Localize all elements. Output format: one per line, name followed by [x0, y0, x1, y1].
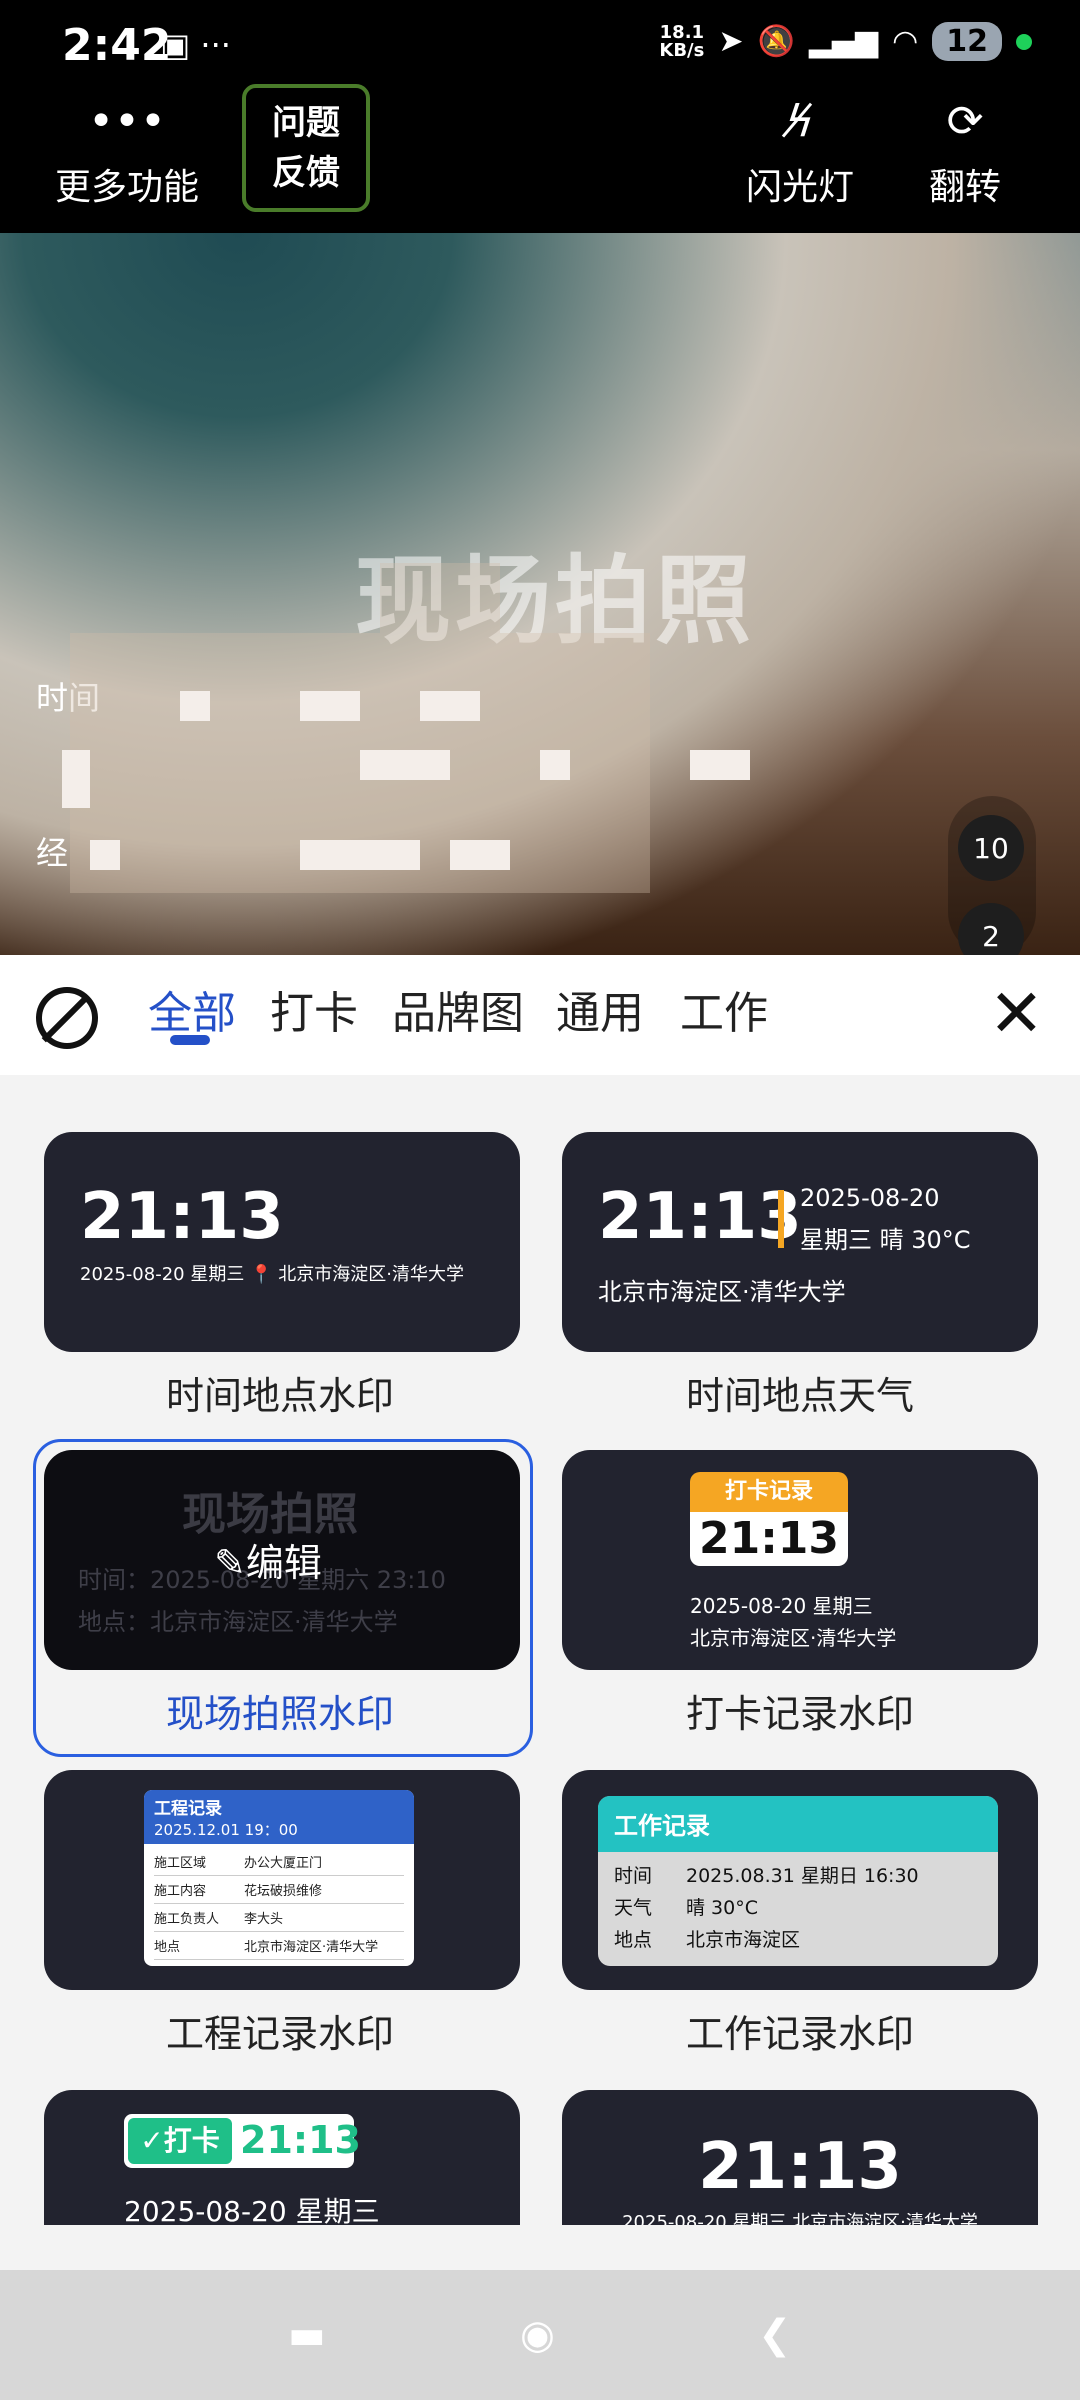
- caption-time-place: 时间地点水印: [165, 1374, 394, 1418]
- more-dots-icon: •••: [88, 96, 166, 147]
- close-icon[interactable]: ✕: [989, 981, 1044, 1047]
- flip-icon: ⟳: [946, 96, 984, 147]
- redacted-area: [380, 563, 500, 633]
- system-nav-bar: ▬ ◉ ❮: [0, 2270, 1080, 2400]
- table-row: 施工负责人 李大头: [154, 1904, 404, 1932]
- status-icons: 18.1 KB/s ➤ 🔕 ▂▄▆ ◠ 12: [659, 22, 1032, 61]
- redacted-block: [62, 750, 90, 808]
- watermark-card-checkin-record[interactable]: 打卡记录 21:13 2025-08-20 星期三 北京市海淀区·清华大学: [562, 1450, 1038, 1670]
- watermark-card-engineering-record[interactable]: 工程记录 2025.12.01 19：00 施工区域 办公大厦正门 施工内容 花坛破损…: [44, 1770, 520, 1990]
- watermark-card-time-center[interactable]: 21:13 2025-08-20 星期三 北京市海淀区·清华大学: [562, 2090, 1038, 2225]
- redacted-block: [300, 691, 360, 721]
- caption-work-record: 工作记录水印: [685, 2012, 914, 2056]
- tab-work[interactable]: 工作: [680, 977, 768, 1041]
- status-notification-icons: ▣ ···: [160, 26, 231, 64]
- row-value: 花坛破损维修: [244, 1884, 323, 1899]
- row-value: 2025.08.31 星期日 16:30: [686, 1865, 919, 1887]
- watermark-card-time-place[interactable]: 21:13 2025-08-20 星期三 📍 北京市海淀区·清华大学: [44, 1132, 520, 1352]
- redacted-block: [180, 691, 210, 721]
- caption-checkin-record: 打卡记录水印: [685, 1692, 914, 1736]
- battery-indicator: 12: [932, 22, 1002, 61]
- watermark-card-site-photo[interactable]: 现场拍照 时间：2025-08-20 星期六 23:10 地点：北京市海淀区·清…: [44, 1450, 520, 1670]
- photo-counter-10[interactable]: 10: [958, 815, 1024, 881]
- status-time: 2:42: [62, 20, 172, 71]
- top-bar: 2:42 ▣ ··· 18.1 KB/s ➤ 🔕 ▂▄▆ ◠ 12 ••• 更多…: [0, 0, 1080, 233]
- tab-checkin[interactable]: 打卡: [270, 977, 358, 1041]
- edit-button[interactable]: ✎编辑: [214, 1532, 322, 1587]
- caption-engineering-record: 工程记录水印: [165, 2012, 394, 2056]
- redacted-block: [420, 691, 480, 721]
- divider-bar: [778, 1190, 784, 1248]
- redacted-block: [690, 750, 750, 780]
- caption-time-place-weather: 时间地点天气: [685, 1374, 914, 1418]
- row-value: 晴 30°C: [686, 1897, 758, 1919]
- watermark-location-label: 经: [36, 834, 69, 872]
- table-row: 施工区域 办公大厦正门: [154, 1848, 404, 1876]
- watermark-sheet: 全部 打卡 品牌图 通用 工作 ✕ 21:13 2025-08-20 星期三 📍…: [0, 955, 1080, 2270]
- row-value: 北京市海淀区·清华大学: [244, 1940, 379, 1955]
- redacted-block: [540, 750, 570, 780]
- redacted-block: [300, 840, 420, 870]
- engineering-record-table: 施工区域 办公大厦正门施工内容 花坛破损维修施工负责人 李大头地点 北京市海淀区·清华大…: [144, 1844, 414, 1964]
- flash-button[interactable]: ϟ̸ 闪光灯: [740, 92, 860, 210]
- watermark-card-checkin-green[interactable]: ✓打卡 21:13 2025-08-20 星期三: [44, 2090, 520, 2225]
- signal-icon: ▂▄▆: [808, 24, 879, 59]
- home-icon[interactable]: ◉: [520, 2312, 555, 2358]
- redacted-block: [90, 840, 120, 870]
- row-label: 地点: [614, 1929, 653, 1951]
- table-row: 时间 2025.08.31 星期日 16:30: [614, 1860, 982, 1892]
- tab-all[interactable]: 全部: [148, 977, 236, 1041]
- row-value: 李大头: [244, 1912, 284, 1927]
- network-speed: 18.1 KB/s: [659, 21, 705, 61]
- redacted-block: [360, 750, 450, 780]
- tab-active-indicator: [170, 1035, 210, 1045]
- row-label: 施工内容: [154, 1884, 207, 1899]
- tab-general[interactable]: 通用: [556, 977, 644, 1041]
- pin-icon: 📍: [250, 1264, 273, 1285]
- tab-brand[interactable]: 品牌图: [392, 977, 524, 1041]
- table-row: 地点 北京市海淀区·清华大学: [154, 1932, 404, 1960]
- watermark-card-work-record[interactable]: 工作记录 时间 2025.08.31 星期日 16:30 天气晴 30°C 地点 北京市…: [562, 1770, 1038, 1990]
- row-label: 地点: [154, 1940, 181, 1955]
- screen: 2:42 ▣ ··· 18.1 KB/s ➤ 🔕 ▂▄▆ ◠ 12 ••• 更多…: [0, 0, 1080, 2400]
- table-row: 天气 晴 30°C: [614, 1892, 982, 1924]
- more-functions-button[interactable]: ••• 更多功能: [52, 92, 202, 210]
- caption-site-photo: 现场拍照水印: [165, 1692, 394, 1736]
- table-row: 地点 北京市海淀区: [614, 1924, 982, 1956]
- checkin-badge: ✓打卡: [128, 2118, 232, 2164]
- back-icon[interactable]: ❮: [758, 2312, 792, 2358]
- camera-preview[interactable]: 现场拍照 时间 经 10 2: [0, 233, 1080, 969]
- feedback-button[interactable]: 问题 反馈: [242, 84, 370, 212]
- row-label: 施工区域: [154, 1856, 207, 1871]
- edit-icon: ✎: [214, 1541, 246, 1585]
- watermark-card-time-place-weather[interactable]: 21:13 2025-08-20 星期三 晴 30°C 北京市海淀区·清华大学: [562, 1132, 1038, 1352]
- row-value: 办公大厦正门: [244, 1856, 323, 1871]
- recents-icon[interactable]: ▬: [288, 2312, 326, 2358]
- location-icon: ➤: [718, 24, 744, 59]
- privacy-dot-icon: [1016, 33, 1032, 50]
- row-label: 天气: [614, 1897, 653, 1919]
- category-tabs: 全部 打卡 品牌图 通用 工作 ✕: [0, 955, 1080, 1075]
- no-watermark-icon[interactable]: [36, 987, 98, 1049]
- flip-camera-button[interactable]: ⟳ 翻转: [910, 92, 1020, 210]
- row-label: 时间: [614, 1865, 653, 1887]
- table-row: 施工内容 花坛破损维修: [154, 1876, 404, 1904]
- wifi-icon: ◠: [892, 24, 919, 59]
- row-label: 施工负责人: [154, 1912, 220, 1927]
- mute-icon: 🔕: [757, 24, 795, 59]
- redacted-block: [450, 840, 510, 870]
- row-value: 北京市海淀区: [686, 1929, 801, 1951]
- work-record-table: 时间 2025.08.31 星期日 16:30 天气 晴 30°C 地点 北京市海淀区: [598, 1852, 998, 1964]
- flash-off-icon: ϟ̸: [785, 96, 815, 147]
